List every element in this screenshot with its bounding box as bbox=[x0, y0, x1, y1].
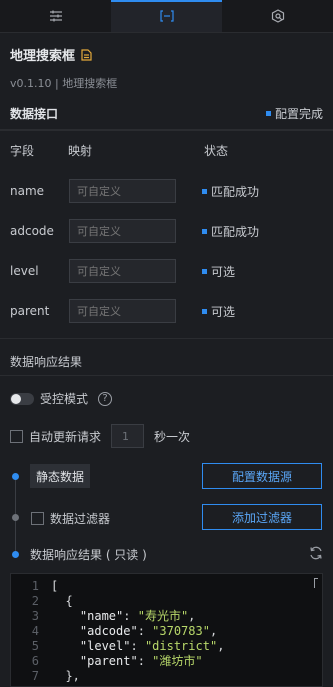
field-row-parent: parent 可选 bbox=[10, 299, 323, 323]
code-value: "district" bbox=[144, 638, 218, 653]
field-status-text: 可选 bbox=[211, 264, 236, 279]
status-dot-icon bbox=[202, 228, 207, 234]
line-number: 2 bbox=[31, 593, 39, 608]
config-status-text: 配置完成 bbox=[274, 107, 323, 121]
data-filter-checkbox[interactable] bbox=[31, 512, 44, 525]
field-status: 匹配成功 bbox=[202, 183, 259, 200]
line-number: 3 bbox=[31, 608, 39, 623]
pipeline-dot-icon bbox=[12, 551, 19, 558]
tab-data[interactable] bbox=[111, 0, 222, 32]
code-key: "parent" bbox=[79, 654, 138, 668]
field-status: 可选 bbox=[202, 303, 235, 320]
static-data-tag[interactable]: 静态数据 bbox=[30, 464, 90, 488]
field-name: name bbox=[10, 184, 45, 198]
code-text: [ bbox=[51, 578, 59, 593]
mapping-input-name[interactable] bbox=[69, 179, 176, 203]
status-dot-icon bbox=[202, 308, 207, 314]
divider bbox=[0, 375, 333, 376]
divider bbox=[0, 338, 333, 339]
refresh-icon[interactable] bbox=[309, 546, 323, 560]
tab-settings[interactable] bbox=[0, 0, 111, 32]
component-title: 地理搜索框 bbox=[10, 49, 76, 64]
code-line: 3 "name": "寿光市", bbox=[11, 608, 322, 624]
field-name: adcode bbox=[10, 224, 54, 238]
component-version: v0.1.10 | 地理搜索框 bbox=[10, 77, 118, 90]
scrollbar[interactable] bbox=[314, 578, 318, 588]
interval-input[interactable]: 1 bbox=[111, 424, 145, 448]
line-number: 1 bbox=[31, 578, 39, 593]
auto-update-label: 自动更新请求 bbox=[29, 429, 102, 444]
code-key: "level" bbox=[79, 638, 131, 653]
field-status-text: 可选 bbox=[211, 304, 236, 319]
code-value: "潍坊市" bbox=[152, 654, 203, 668]
pipeline-dot-icon bbox=[12, 514, 19, 521]
data-filter-label: 数据过滤器 bbox=[50, 512, 111, 526]
code-key: "adcode" bbox=[79, 623, 138, 638]
status-dot-icon bbox=[265, 111, 271, 116]
bracket-icon bbox=[159, 10, 174, 22]
status-dot-icon bbox=[202, 188, 207, 194]
code-line: 6 "parent": "潍坊市" bbox=[11, 653, 322, 669]
field-status: 可选 bbox=[202, 263, 235, 280]
col-mapping: 映射 bbox=[68, 144, 93, 158]
code-line: 7 }, bbox=[11, 668, 322, 683]
code-value: "寿光市" bbox=[137, 609, 189, 623]
status-dot-icon bbox=[202, 268, 207, 274]
field-status-text: 匹配成功 bbox=[211, 224, 260, 239]
document-icon[interactable] bbox=[81, 48, 92, 61]
controlled-mode-row: 受控模式 ? bbox=[10, 390, 113, 407]
code-value: "370783" bbox=[152, 623, 210, 638]
code-line: 4 "adcode": "370783", bbox=[11, 623, 322, 638]
field-table-header: 字段 映射 状态 bbox=[10, 142, 323, 159]
field-status: 匹配成功 bbox=[202, 223, 259, 240]
line-number: 5 bbox=[31, 638, 39, 653]
response-title: 数据响应结果 bbox=[10, 355, 83, 369]
tab-bar bbox=[0, 0, 333, 33]
line-number: 7 bbox=[31, 668, 39, 683]
data-filter-row: 数据过滤器 bbox=[31, 510, 110, 527]
mapping-input-parent[interactable] bbox=[69, 299, 176, 323]
data-api-title: 数据接口 bbox=[10, 107, 59, 121]
mapping-input-adcode[interactable] bbox=[69, 219, 176, 243]
code-key: "name" bbox=[79, 609, 124, 623]
data-api-header: 数据接口 配置完成 bbox=[0, 97, 333, 131]
line-number: 4 bbox=[31, 623, 39, 638]
field-row-level: level 可选 bbox=[10, 259, 323, 283]
line-number: 6 bbox=[31, 653, 39, 668]
result-code-viewer[interactable]: 1[ 2 { 3 "name": "寿光市", 4 "adcode": "370… bbox=[10, 573, 323, 687]
col-status: 状态 bbox=[204, 144, 229, 158]
field-row-adcode: adcode 匹配成功 bbox=[10, 219, 323, 243]
help-icon[interactable]: ? bbox=[98, 391, 113, 406]
tab-interaction[interactable] bbox=[222, 0, 333, 32]
pipeline-dot-icon bbox=[12, 473, 19, 480]
config-source-button[interactable]: 配置数据源 bbox=[202, 463, 322, 489]
add-filter-button[interactable]: 添加过滤器 bbox=[202, 504, 322, 530]
controlled-mode-label: 受控模式 bbox=[40, 392, 89, 406]
col-field: 字段 bbox=[10, 144, 35, 158]
auto-update-row: 自动更新请求 1 秒一次 bbox=[10, 424, 190, 448]
config-status: 配置完成 bbox=[265, 105, 323, 122]
controlled-mode-toggle[interactable] bbox=[10, 392, 34, 405]
mapping-input-level[interactable] bbox=[69, 259, 176, 283]
sliders-icon bbox=[49, 10, 62, 22]
code-line: 5 "level": "district", bbox=[11, 638, 322, 653]
result-readonly-label: 数据响应结果 ( 只读 ) bbox=[30, 548, 147, 562]
refresh-diamond-icon bbox=[271, 9, 284, 23]
code-text: }, bbox=[51, 668, 80, 683]
interval-unit: 秒一次 bbox=[154, 429, 191, 444]
code-line: 2 { bbox=[11, 593, 322, 608]
field-status-text: 匹配成功 bbox=[211, 184, 260, 199]
field-name: parent bbox=[10, 304, 50, 318]
auto-update-checkbox[interactable] bbox=[10, 429, 23, 443]
field-name: level bbox=[10, 264, 39, 278]
code-text: { bbox=[51, 593, 73, 608]
field-row-name: name 匹配成功 bbox=[10, 179, 323, 203]
code-line: 1[ bbox=[11, 578, 322, 593]
